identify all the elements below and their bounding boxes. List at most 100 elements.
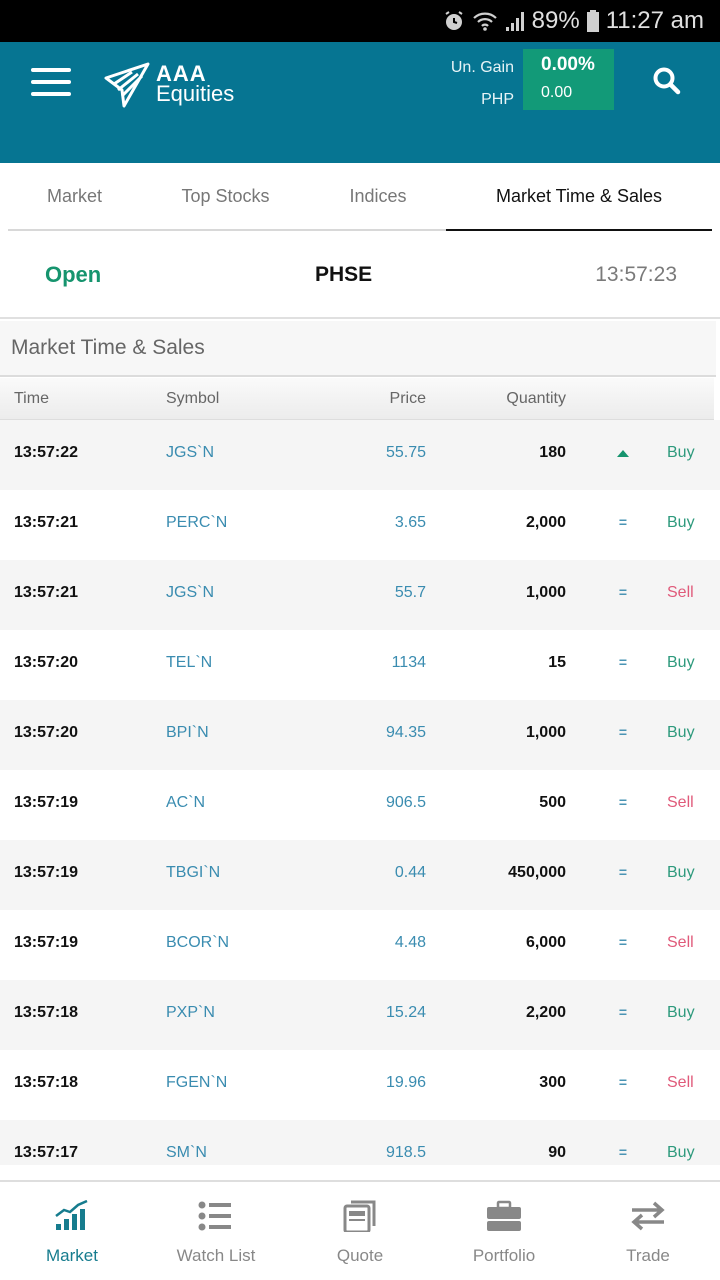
nav-trade-label: Trade <box>626 1246 670 1265</box>
trade-symbol[interactable]: JGS`N <box>166 584 214 602</box>
nav-market[interactable]: Market <box>0 1182 144 1280</box>
trade-symbol[interactable]: AC`N <box>166 794 205 812</box>
trade-side: Buy <box>667 654 695 671</box>
trade-indicator: = <box>614 584 632 602</box>
price-unchanged-icon: = <box>618 794 628 810</box>
trade-quantity: 2,200 <box>525 1004 566 1021</box>
price-unchanged-icon: = <box>618 1144 628 1160</box>
trade-indicator: = <box>614 1004 632 1022</box>
trade-side: Sell <box>667 1074 694 1091</box>
battery-icon <box>586 9 600 33</box>
nav-quote[interactable]: Quote <box>288 1182 432 1280</box>
trade-side: Buy <box>667 864 695 881</box>
trade-symbol[interactable]: TBGI`N <box>166 864 220 882</box>
nav-watch-list[interactable]: Watch List <box>144 1182 288 1280</box>
logo-line2: Equities <box>156 81 235 106</box>
table-row[interactable]: 13:57:17 SM`N 918.5 90 = Buy <box>0 1120 720 1165</box>
price-unchanged-icon: = <box>618 864 628 880</box>
trade-price: 15.24 <box>385 1004 426 1021</box>
price-unchanged-icon: = <box>618 1004 628 1020</box>
market-time: 13:57:23 <box>595 263 677 286</box>
trade-side: Buy <box>667 724 695 741</box>
table-row[interactable]: 13:57:21 PERC`N 3.65 2,000 = Buy <box>0 490 720 560</box>
trade-time: 13:57:19 <box>14 864 79 881</box>
trade-symbol[interactable]: PERC`N <box>166 514 227 532</box>
trade-indicator: = <box>614 794 632 812</box>
trade-time: 13:57:18 <box>14 1074 79 1091</box>
trade-time: 13:57:19 <box>14 934 79 951</box>
trade-quantity: 90 <box>548 1144 566 1161</box>
quote-icon <box>343 1200 376 1232</box>
signal-icon <box>504 9 526 33</box>
trade-symbol[interactable]: PXP`N <box>166 1004 215 1022</box>
market-state: Open <box>45 262 102 287</box>
nav-watch-list-label: Watch List <box>176 1246 256 1265</box>
app-logo: AAA Equities <box>102 60 234 108</box>
trade-side: Buy <box>667 444 695 461</box>
menu-icon <box>31 68 71 72</box>
table-header: Time Symbol Price Quantity <box>0 378 714 420</box>
trade-price: 918.5 <box>385 1144 426 1161</box>
nav-portfolio-label: Portfolio <box>472 1246 536 1265</box>
search-button[interactable] <box>652 66 682 96</box>
unrealized-gain-label: Un. Gain <box>450 59 514 76</box>
table-row[interactable]: 13:57:22 JGS`N 55.75 180 Buy <box>0 420 720 490</box>
trade-symbol[interactable]: BPI`N <box>166 724 209 742</box>
trade-side: Buy <box>667 514 695 531</box>
trade-time: 13:57:19 <box>14 794 79 811</box>
table-row[interactable]: 13:57:18 FGEN`N 19.96 300 = Sell <box>0 1050 720 1120</box>
price-unchanged-icon: = <box>618 1074 628 1090</box>
trade-price: 1134 <box>391 654 426 671</box>
table-row[interactable]: 13:57:19 TBGI`N 0.44 450,000 = Buy <box>0 840 720 910</box>
status-bar: 89% 11:27 am <box>0 0 720 42</box>
market-tabs: Market Top Stocks Indices Market Time & … <box>8 163 712 231</box>
trade-symbol[interactable]: BCOR`N <box>166 934 229 952</box>
trade-time: 13:57:20 <box>14 724 79 741</box>
tab-top-stocks[interactable]: Top Stocks <box>141 163 310 229</box>
trade-quantity: 1,000 <box>525 724 566 741</box>
table-row[interactable]: 13:57:19 AC`N 906.5 500 = Sell <box>0 770 720 840</box>
table-row[interactable]: 13:57:21 JGS`N 55.7 1,000 = Sell <box>0 560 720 630</box>
table-row[interactable]: 13:57:20 TEL`N 1134 15 = Buy <box>0 630 720 700</box>
table-row[interactable]: 13:57:20 BPI`N 94.35 1,000 = Buy <box>0 700 720 770</box>
trade-price: 55.7 <box>394 584 426 601</box>
nav-quote-label: Quote <box>336 1246 384 1265</box>
trade-symbol[interactable]: SM`N <box>166 1144 207 1162</box>
trade-side: Sell <box>667 794 694 811</box>
trade-symbol[interactable]: JGS`N <box>166 444 214 462</box>
paper-plane-logo-icon <box>104 62 150 108</box>
trade-symbol[interactable]: FGEN`N <box>166 1074 227 1092</box>
price-unchanged-icon: = <box>618 584 628 600</box>
price-unchanged-icon: = <box>618 724 628 740</box>
trade-indicator: = <box>614 654 632 672</box>
nav-market-label: Market <box>46 1246 98 1265</box>
gain-value: 0.00 <box>541 84 573 101</box>
tab-market[interactable]: Market <box>8 163 141 229</box>
column-price: Price <box>389 390 426 407</box>
trade-time: 13:57:17 <box>14 1144 79 1161</box>
section-title: Market Time & Sales <box>0 321 716 377</box>
clock: 11:27 am <box>605 7 704 34</box>
trade-quantity: 180 <box>539 444 566 461</box>
table-row[interactable]: 13:57:19 BCOR`N 4.48 6,000 = Sell <box>0 910 720 980</box>
trade-quantity: 500 <box>539 794 566 811</box>
menu-button[interactable] <box>31 68 71 96</box>
trade-indicator: = <box>614 864 632 882</box>
trades-list[interactable]: 13:57:22 JGS`N 55.75 180 Buy 13:57:21 PERC`N 3.… <box>0 420 720 1165</box>
price-unchanged-icon: = <box>618 654 628 670</box>
price-unchanged-icon: = <box>618 514 628 530</box>
trade-quantity: 450,000 <box>508 864 566 881</box>
trade-price: 0.44 <box>394 864 426 881</box>
nav-portfolio[interactable]: Portfolio <box>432 1182 576 1280</box>
trade-time: 13:57:21 <box>14 584 79 601</box>
table-row[interactable]: 13:57:18 PXP`N 15.24 2,200 = Buy <box>0 980 720 1050</box>
tab-market-time-sales[interactable]: Market Time & Sales <box>446 163 712 231</box>
trade-side: Sell <box>667 584 694 601</box>
trade-side: Buy <box>667 1004 695 1021</box>
column-time: Time <box>14 390 49 407</box>
price-up-icon <box>617 450 629 457</box>
nav-trade[interactable]: Trade <box>576 1182 720 1280</box>
tab-indices[interactable]: Indices <box>310 163 446 229</box>
trade-symbol[interactable]: TEL`N <box>166 654 212 672</box>
unrealized-gain-box[interactable]: 0.00% 0.00 <box>523 49 614 110</box>
